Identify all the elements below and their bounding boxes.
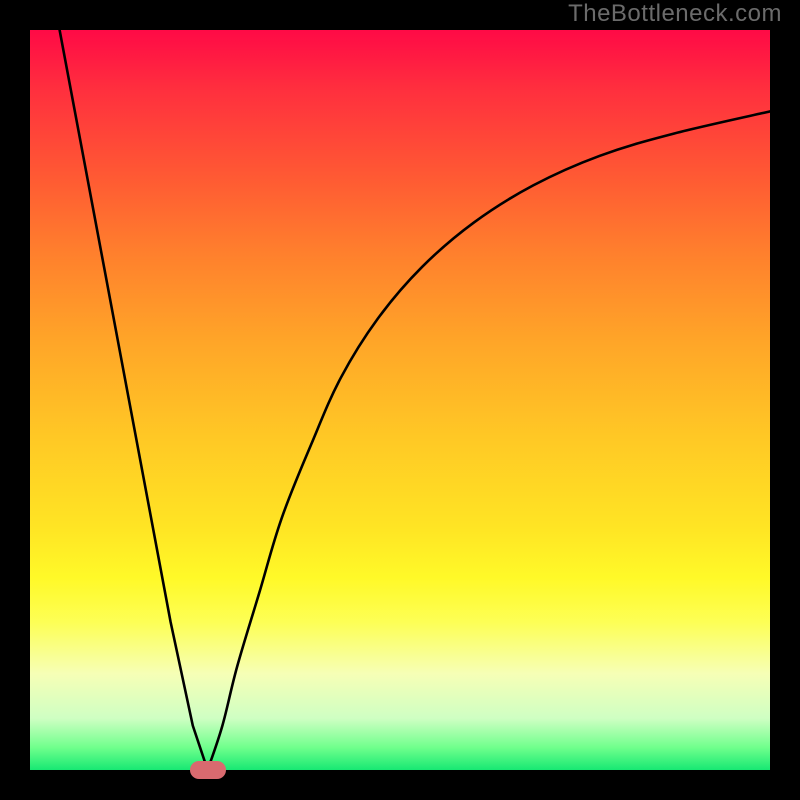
bottleneck-curve-left (60, 30, 208, 770)
plot-area (30, 30, 770, 770)
bottleneck-curve-right (208, 111, 770, 770)
optimal-marker (190, 761, 226, 779)
curve-svg (30, 30, 770, 770)
chart-container: TheBottleneck.com (0, 0, 800, 800)
watermark-text: TheBottleneck.com (568, 0, 782, 28)
